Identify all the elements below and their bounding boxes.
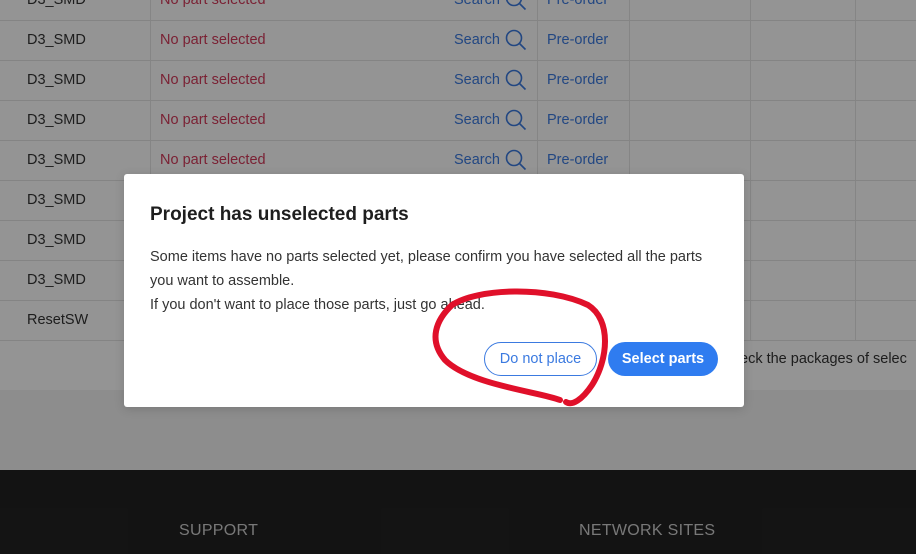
do-not-place-button[interactable]: Do not place <box>484 342 597 376</box>
dialog-message-line: Some items have no parts selected yet, p… <box>150 249 703 289</box>
page: D3_SMD No part selected Search Pre-order… <box>0 0 916 554</box>
dialog-message-line: If you don't want to place those parts, … <box>150 297 485 313</box>
dialog-message: Some items have no parts selected yet, p… <box>150 245 710 317</box>
dialog-title: Project has unselected parts <box>150 204 409 225</box>
unselected-parts-dialog: Project has unselected parts Some items … <box>124 174 744 407</box>
select-parts-button[interactable]: Select parts <box>608 342 718 376</box>
